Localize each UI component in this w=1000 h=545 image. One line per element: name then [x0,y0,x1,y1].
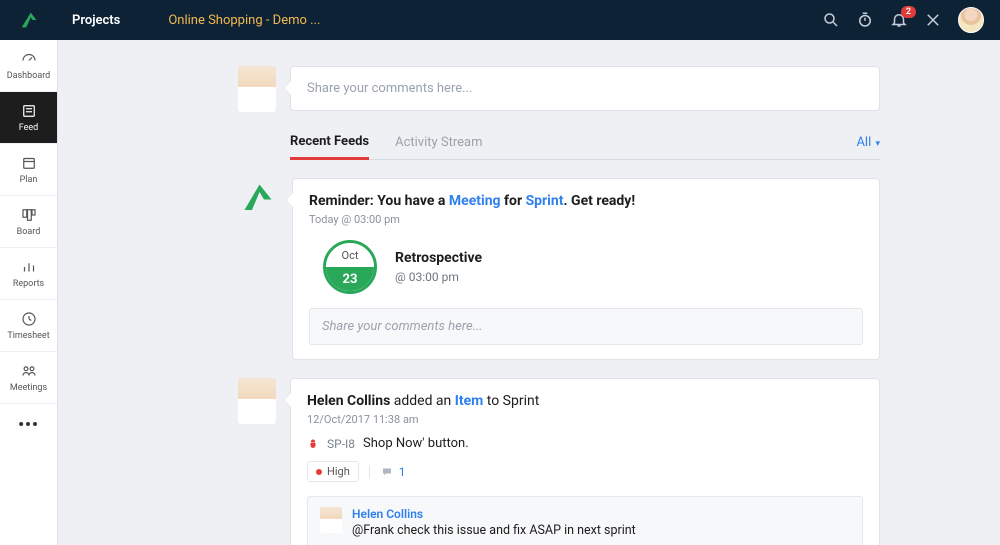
gauge-icon [20,50,38,68]
event-time: @ 03:00 pm [395,270,482,284]
item-timestamp: 12/Oct/2017 11:38 am [307,413,863,426]
sidebar-item-feed[interactable]: Feed [0,92,57,144]
search-icon[interactable] [822,11,840,29]
item-ref-row: SP-I8 Shop Now' button. [307,436,863,451]
event-row: Oct 23 Retrospective @ 03:00 pm [323,240,863,294]
item-ref-title: Shop Now' button. [363,436,469,451]
comment-composer[interactable]: Share your comments here... [290,66,880,111]
commenter-avatar [320,507,342,533]
composer-row: Share your comments here... [238,66,880,112]
clock-icon [20,310,38,328]
current-user-avatar [238,66,276,112]
event-day: 23 [326,267,374,291]
event-date-chip: Oct 23 [323,240,377,294]
current-project-title[interactable]: Online Shopping - Demo ... [142,13,822,28]
item-title-row: Helen Collins added an Item to Sprint [307,393,863,409]
app-logo[interactable] [0,0,58,40]
feed-item-sprint-item: Helen Collins added an Item to Sprint 12… [238,378,880,545]
item-card: Helen Collins added an Item to Sprint 12… [290,378,880,545]
commenter-name[interactable]: Helen Collins [352,507,636,521]
sidebar-label: Plan [20,175,38,185]
brand-logo-icon [18,9,40,31]
item-link[interactable]: Item [455,393,484,409]
tab-activity-stream[interactable]: Activity Stream [395,135,482,158]
main-content: Share your comments here... Recent Feeds… [58,40,1000,545]
plan-icon [20,154,38,172]
sidebar-label: Timesheet [7,331,49,341]
topbar-actions: 2 [822,7,1000,33]
notification-badge: 2 [901,6,916,18]
event-name: Retrospective [395,250,482,266]
projects-nav[interactable]: Projects [58,0,142,40]
sidebar-label: Board [17,227,41,237]
sidebar-item-dashboard[interactable]: Dashboard [0,40,57,92]
sidebar-more[interactable]: ••• [0,404,57,444]
sidebar-item-timesheet[interactable]: Timesheet [0,300,57,352]
priority-chip[interactable]: High [307,461,359,482]
meetings-icon [20,362,38,380]
author-name: Helen Collins [307,393,390,409]
filter-label: All [856,135,871,150]
feed-tabs: Recent Feeds Activity Stream All ▾ [290,134,880,160]
sidebar: Dashboard Feed Plan Board Reports Timesh… [0,40,58,545]
reminder-timestamp: Today @ 03:00 pm [309,213,863,226]
reminder-title: Reminder: You have a Meeting for Sprint.… [309,193,863,209]
reminder-card: Reminder: You have a Meeting for Sprint.… [292,178,880,360]
comment-text: @Frank check this issue and fix ASAP in … [352,523,636,538]
feed-item-reminder: Reminder: You have a Meeting for Sprint.… [238,178,880,360]
tools-icon[interactable] [924,11,942,29]
system-avatar [238,178,278,218]
sidebar-label: Dashboard [7,71,51,81]
sidebar-item-meetings[interactable]: Meetings [0,352,57,404]
feed-icon [20,102,38,120]
sidebar-label: Reports [13,279,44,289]
sidebar-item-plan[interactable]: Plan [0,144,57,196]
inline-comment-composer[interactable]: Share your comments here... [309,308,863,345]
comment-count[interactable]: 1 [369,465,406,479]
brand-logo-icon [240,180,276,216]
user-avatar[interactable] [958,7,984,33]
timer-icon[interactable] [856,11,874,29]
board-icon [20,206,38,224]
sprint-link[interactable]: Sprint [526,193,564,209]
meeting-link[interactable]: Meeting [449,193,501,209]
comment-icon [380,466,394,478]
item-id: SP-I8 [327,437,355,451]
priority-dot-icon [316,469,322,475]
feed-filter-dropdown[interactable]: All ▾ [856,135,880,158]
tab-recent-feeds[interactable]: Recent Feeds [290,134,369,160]
projects-label: Projects [72,13,120,28]
sidebar-item-board[interactable]: Board [0,196,57,248]
event-month: Oct [326,243,374,267]
top-bar: Projects Online Shopping - Demo ... 2 [0,0,1000,40]
sidebar-item-reports[interactable]: Reports [0,248,57,300]
sidebar-label: Meetings [10,383,47,393]
author-avatar [238,378,276,424]
bug-icon [307,437,319,451]
event-meta: Retrospective @ 03:00 pm [395,250,482,284]
notifications-icon[interactable]: 2 [890,11,908,29]
chevron-down-icon: ▾ [873,139,880,149]
comment-block: Helen Collins @Frank check this issue an… [307,496,863,545]
item-meta-row: High 1 [307,461,863,482]
reports-icon [20,258,38,276]
sidebar-label: Feed [19,123,39,133]
